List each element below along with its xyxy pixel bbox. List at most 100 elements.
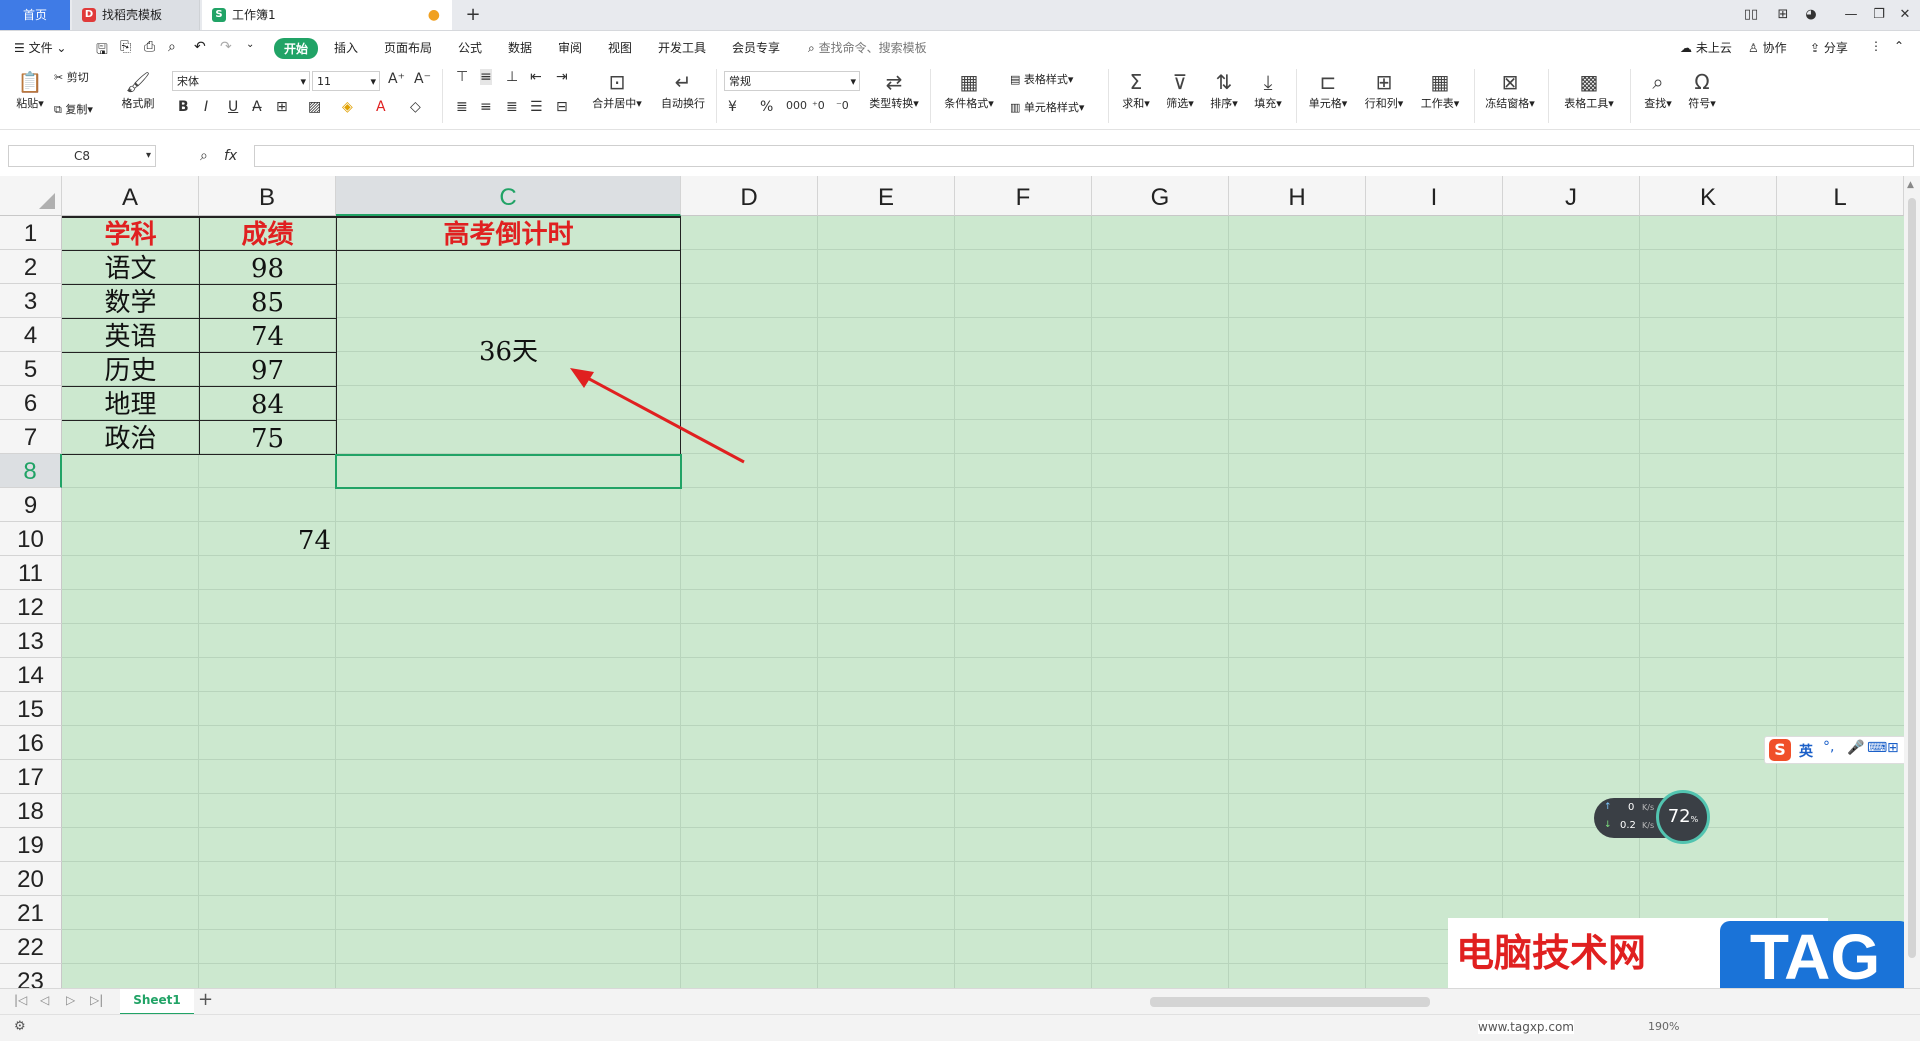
row-header-19[interactable]: 19 [0,828,62,862]
align-top-icon[interactable]: ⊤ [456,69,468,85]
cell-b4[interactable]: 74 [199,319,336,353]
fill-pattern-icon[interactable]: ▨ [308,99,321,115]
select-all-corner[interactable] [0,176,62,216]
prev-sheet-icon[interactable]: ◁ [40,993,49,1007]
row-header-15[interactable]: 15 [0,692,62,726]
name-box[interactable]: C8 ▾ [8,145,156,167]
clear-format-icon[interactable]: ◇ [410,99,421,115]
merge-center-button[interactable]: ⊡ 合并居中▾ [588,69,646,111]
row-header-2[interactable]: 2 [0,250,62,284]
row-header-5[interactable]: 5 [0,352,62,386]
cell-b1[interactable]: 成绩 [199,217,336,251]
align-middle-icon[interactable]: ≡ [480,69,492,85]
row-header-6[interactable]: 6 [0,386,62,420]
row-header-14[interactable]: 14 [0,658,62,692]
first-sheet-icon[interactable]: |◁ [14,993,27,1007]
menu-start[interactable]: 开始 [274,38,319,59]
tab-template[interactable]: D 找稻壳模板 [72,0,200,30]
row-header-17[interactable]: 17 [0,760,62,794]
row-header-23[interactable]: 23 [0,964,62,988]
underline-icon[interactable]: U [228,99,238,115]
align-center-icon[interactable]: ≡ [480,99,492,115]
add-sheet-icon[interactable]: + [198,989,213,1010]
row-header-3[interactable]: 3 [0,284,62,318]
cell-style-button[interactable]: ▥ 单元格样式▾ [1010,99,1084,115]
cell-b7[interactable]: 75 [199,421,336,455]
keyboard-icon[interactable]: ⌨ [1867,740,1887,756]
quick-print-icon[interactable]: ⎙ [144,39,155,55]
row-header-8[interactable]: 8 [0,454,62,488]
new-tab-button[interactable]: + [462,4,484,26]
sort-button[interactable]: ⇅ 排序▾ [1206,69,1242,111]
cell-b5[interactable]: 97 [199,353,336,387]
row-header-1[interactable]: 1 [0,216,62,250]
vertical-scrollbar[interactable]: ▲ [1904,176,1920,988]
menu-page-layout[interactable]: 页面布局 [384,39,432,56]
col-header-f[interactable]: F [955,176,1092,216]
col-header-j[interactable]: J [1503,176,1640,216]
menu-insert[interactable]: 插入 [334,39,358,56]
cell-b3[interactable]: 85 [199,285,336,319]
cell-c1[interactable]: 高考倒计时 [336,217,681,251]
fill-button[interactable]: ⤓ 填充▾ [1250,69,1286,111]
increase-font-icon[interactable]: A⁺ [388,71,405,87]
menu-review[interactable]: 审阅 [558,39,582,56]
layout-icon[interactable]: ▯▯ [1740,5,1762,25]
tab-workbook[interactable]: S 工作簿1 ● [202,0,452,30]
vertical-scroll-thumb[interactable] [1908,198,1916,958]
indent-increase-icon[interactable]: ⇥ [556,69,568,85]
col-header-l[interactable]: L [1777,176,1904,216]
cell-a7[interactable]: 政治 [62,421,199,455]
decimal-increase-icon[interactable]: ⁺0 [812,99,825,112]
quick-save-icon[interactable]: 🖫 [96,39,108,63]
thousands-icon[interactable]: 000 [786,99,807,112]
worksheet-button[interactable]: ▦ 工作表▾ [1416,69,1464,111]
col-header-b[interactable]: B [199,176,336,216]
col-header-e[interactable]: E [818,176,955,216]
format-painter-button[interactable]: 🖌 格式刷 [116,69,160,111]
filter-button[interactable]: ⊽ 筛选▾ [1162,69,1198,111]
macro-icon[interactable]: ⚙ [14,1019,26,1034]
menu-file[interactable]: ☰ 文件 ⌄ [14,39,66,56]
network-speed-widget[interactable]: ↑ 0 K/s ↓ 0.2 K/s 72% [1594,790,1714,844]
fx-icon[interactable]: fx [224,148,237,164]
restore-icon[interactable]: ❐ [1868,5,1890,25]
col-header-c[interactable]: C [336,176,681,216]
fill-color-icon[interactable]: ◈ [342,99,353,115]
redo-icon[interactable]: ↷ [220,39,232,55]
row-header-7[interactable]: 7 [0,420,62,454]
font-name-select[interactable]: 宋体 ▾ [172,71,310,91]
cell-a3[interactable]: 数学 [62,285,199,319]
row-header-9[interactable]: 9 [0,488,62,522]
ime-lang[interactable]: 英 [1799,741,1813,761]
row-col-button[interactable]: ⊞ 行和列▾ [1360,69,1408,111]
close-icon[interactable]: ✕ [1894,5,1916,25]
italic-icon[interactable]: I [204,99,208,115]
ime-menu-icon[interactable]: ⊞ [1887,740,1899,756]
quick-more-icon[interactable]: ⌄ [246,39,254,50]
more-menu-icon[interactable]: ⋮ [1870,39,1882,53]
number-format-select[interactable]: 常规 ▾ [724,71,860,91]
minimize-icon[interactable]: — [1840,5,1862,25]
cell-b2[interactable]: 98 [199,251,336,285]
menu-developer[interactable]: 开发工具 [658,39,706,56]
menu-member[interactable]: 会员专享 [732,39,780,56]
formula-input[interactable] [254,145,1914,167]
align-bottom-icon[interactable]: ⊥ [506,69,518,85]
last-sheet-icon[interactable]: ▷| [90,993,103,1007]
cell-button[interactable]: ⊏ 单元格▾ [1304,69,1352,111]
copy-button[interactable]: ⧉ 复制▾ [54,101,93,117]
share-button[interactable]: ⇪ 分享 [1810,39,1848,56]
quick-preview-icon[interactable]: ⌕ [168,39,176,55]
scroll-up-icon[interactable]: ▲ [1907,180,1914,190]
row-header-12[interactable]: 12 [0,590,62,624]
justify-icon[interactable]: ☰ [530,99,543,115]
menu-formula[interactable]: 公式 [458,39,482,56]
currency-icon[interactable]: ¥ [728,99,737,115]
microphone-icon[interactable]: 🎤 [1847,740,1864,756]
paste-button[interactable]: 📋 粘贴▾ [10,69,50,111]
row-header-20[interactable]: 20 [0,862,62,896]
sheet-tab-sheet1[interactable]: Sheet1 [120,989,194,1015]
col-header-a[interactable]: A [62,176,199,216]
zoom-level[interactable]: 190% [1648,1020,1679,1033]
